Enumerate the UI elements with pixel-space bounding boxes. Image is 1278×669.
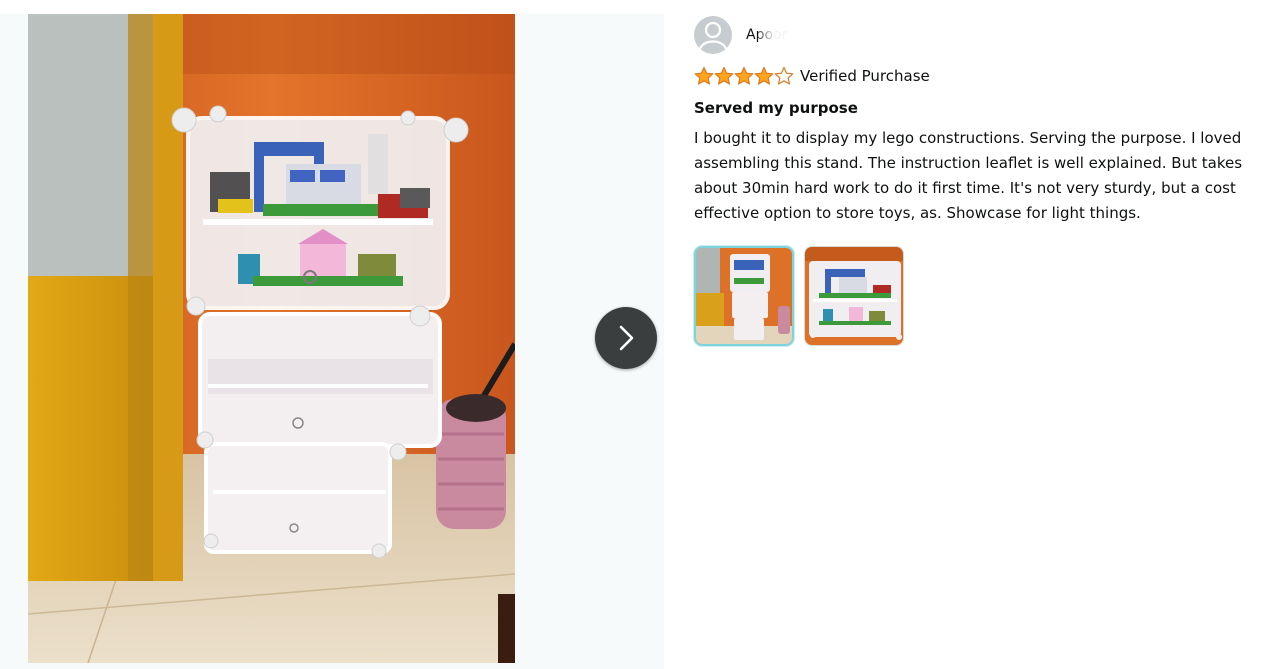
thumbnail-1[interactable] [694,246,794,346]
chevron-right-icon [619,325,634,351]
rating-row: Verified Purchase [694,66,1274,86]
star-filled-icon [754,66,774,85]
verified-purchase-label: Verified Purchase [800,67,930,85]
star-rating[interactable] [694,66,794,86]
star-filled-icon [734,66,754,85]
reviewer-profile[interactable]: Apoor [694,16,1274,54]
next-image-button[interactable] [595,307,657,369]
star-filled-icon [714,66,734,85]
review-title: Served my purpose [694,99,858,117]
review-panel: Apoor Verified Purchase Served my purpos… [694,16,1274,346]
name-redaction [758,26,814,44]
star-filled-icon [694,66,714,85]
star-empty-icon [774,66,794,85]
user-avatar-icon [694,16,732,54]
review-photo [28,14,515,663]
media-viewer [0,14,664,669]
reviewer-name[interactable]: Apoor [746,26,814,44]
review-body: I bought it to display my lego construct… [694,129,1243,222]
review-image-thumbnails [694,246,1274,346]
thumbnail-2[interactable] [804,246,904,346]
